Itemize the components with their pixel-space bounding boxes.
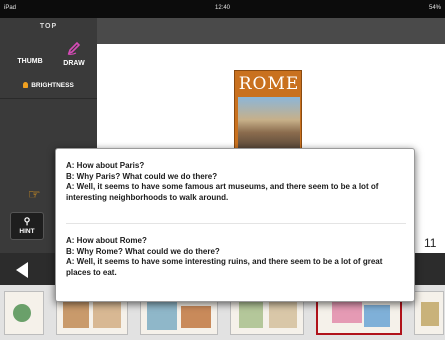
grid-icon [20, 40, 40, 54]
cover-photo [238, 97, 300, 148]
battery-level: 54% [428, 5, 441, 11]
dialogue-line: B: Why Rome? What could we do there? [66, 246, 220, 256]
dialogue-divider [66, 223, 406, 224]
dialogue-line: B: Why Paris? What could we do there? [66, 171, 218, 181]
page-thumbnail[interactable] [4, 291, 44, 335]
dialogue-line: A: Well, it seems to have some famous ar… [66, 182, 379, 202]
pin-icon: ⚲ [23, 216, 31, 226]
status-time: 12:40 [214, 5, 230, 11]
hint-popup: A: How about Paris? B: Why Paris? What c… [55, 148, 415, 302]
page-number: 11 [424, 236, 437, 250]
brightness-label: BRIGHTNESS [31, 82, 74, 89]
dialogue-paris: A: How about Paris? B: Why Paris? What c… [66, 161, 406, 203]
hint-label: HINT [19, 228, 35, 235]
status-bar: iPad 12:40 54% [0, 0, 445, 18]
thumb-label: THUMB [17, 58, 43, 65]
dialogue-line: A: How about Paris? [66, 161, 145, 170]
pencil-icon [67, 41, 81, 55]
thumb-button[interactable]: THUMB [10, 40, 50, 76]
page-top-strip [97, 18, 445, 44]
dialogue-line: A: Well, it seems to have some interesti… [66, 257, 383, 277]
dialogue-rome: A: How about Rome? B: Why Rome? What cou… [66, 236, 406, 278]
book-cover-title: ROME [238, 74, 300, 94]
left-arrow-icon[interactable] [16, 262, 28, 278]
dialogue-line: A: How about Rome? [66, 236, 147, 245]
hint-button[interactable]: ⚲ HINT [10, 212, 44, 240]
brightness-button[interactable]: BRIGHTNESS [0, 82, 97, 96]
draw-button[interactable]: DRAW [54, 40, 94, 76]
top-button[interactable]: TOP [0, 23, 97, 30]
toolbar-divider [0, 98, 97, 99]
page-thumbnail[interactable] [414, 291, 444, 335]
draw-label: DRAW [63, 60, 85, 67]
hand-icon[interactable]: ☞ [28, 186, 41, 203]
book-cover-image: ROME [234, 70, 302, 150]
bulb-icon [23, 82, 29, 88]
